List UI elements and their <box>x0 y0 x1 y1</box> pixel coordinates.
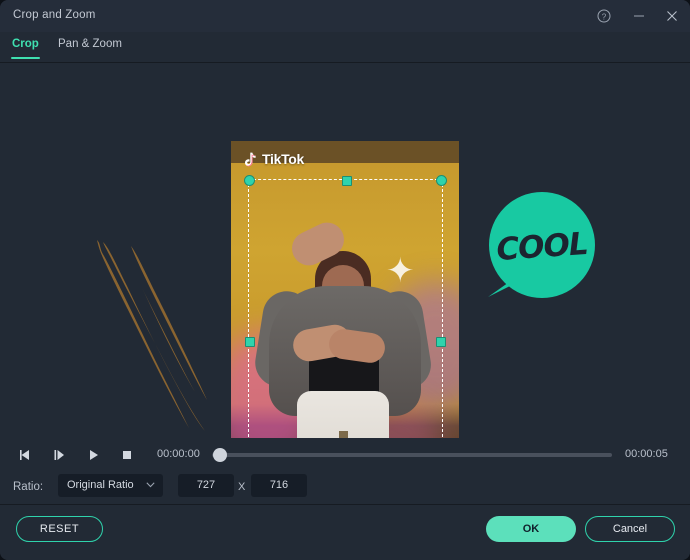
chevron-down-icon <box>146 482 155 488</box>
dimension-separator: X <box>238 481 246 493</box>
tab-pan-and-zoom[interactable]: Pan & Zoom <box>58 38 122 50</box>
next-frame-icon <box>54 450 64 460</box>
preview-stage[interactable]: COOL ✦ TikTok <box>0 63 690 438</box>
ratio-selected-value: Original Ratio <box>67 479 134 491</box>
dialog-footer: RESET OK Cancel <box>0 505 690 560</box>
tiktok-watermark-text: TikTok <box>262 151 305 167</box>
active-tab-indicator <box>11 57 40 59</box>
previous-frame-icon <box>19 450 29 460</box>
crop-handle-top-middle[interactable] <box>341 176 352 186</box>
playback-controls-bar: 00:00:00 00:00:05 <box>0 438 690 472</box>
total-time-label: 00:00:05 <box>625 448 668 460</box>
ratio-select[interactable]: Original Ratio <box>58 474 163 497</box>
crop-handle-right-middle[interactable] <box>436 336 446 347</box>
ratio-label: Ratio: <box>13 481 44 493</box>
tiktok-note-icon <box>245 151 256 166</box>
crop-and-zoom-dialog: Crop and Zoom ? Crop Pan & Zoom COOL ✦ T… <box>0 0 690 560</box>
svg-text:?: ? <box>602 12 607 21</box>
tiktok-watermark: TikTok <box>244 151 304 167</box>
play-button[interactable] <box>80 442 106 468</box>
next-frame-button[interactable] <box>46 442 72 468</box>
cancel-button[interactable]: Cancel <box>585 516 675 542</box>
play-icon <box>89 450 98 460</box>
crop-height-value: 716 <box>269 479 289 491</box>
tab-bar: Crop Pan & Zoom <box>0 32 690 62</box>
crop-width-input[interactable]: 727 <box>178 474 234 497</box>
previous-frame-button[interactable] <box>12 442 38 468</box>
crop-handle-left-middle[interactable] <box>245 336 255 347</box>
crop-handle-top-left[interactable] <box>244 175 255 186</box>
crop-selection-rect[interactable] <box>244 175 447 438</box>
crop-handle-top-right[interactable] <box>436 175 447 186</box>
tab-crop[interactable]: Crop <box>12 38 39 50</box>
brush-stroke-icon <box>97 240 207 431</box>
minimize-icon <box>634 15 644 17</box>
minimize-button[interactable] <box>627 6 651 26</box>
close-icon <box>667 11 677 21</box>
crop-height-input[interactable]: 716 <box>251 474 307 497</box>
reset-button[interactable]: RESET <box>16 516 103 542</box>
window-title: Crop and Zoom <box>13 9 96 21</box>
playback-slider[interactable] <box>212 448 612 462</box>
playback-slider-thumb[interactable] <box>213 448 227 462</box>
crop-width-value: 727 <box>196 479 216 491</box>
close-button[interactable] <box>660 6 684 26</box>
cool-sticker: COOL <box>482 191 602 308</box>
question-circle-icon: ? <box>597 9 611 23</box>
speech-bubble-icon <box>488 192 595 298</box>
title-bar: Crop and Zoom ? <box>0 0 690 32</box>
stop-button[interactable] <box>114 442 140 468</box>
stop-icon <box>123 451 131 459</box>
ok-button[interactable]: OK <box>486 516 576 542</box>
help-button[interactable]: ? <box>592 6 616 26</box>
current-time-label: 00:00:00 <box>157 448 200 460</box>
ratio-controls-row: Ratio: Original Ratio 727 X 716 <box>0 472 690 504</box>
